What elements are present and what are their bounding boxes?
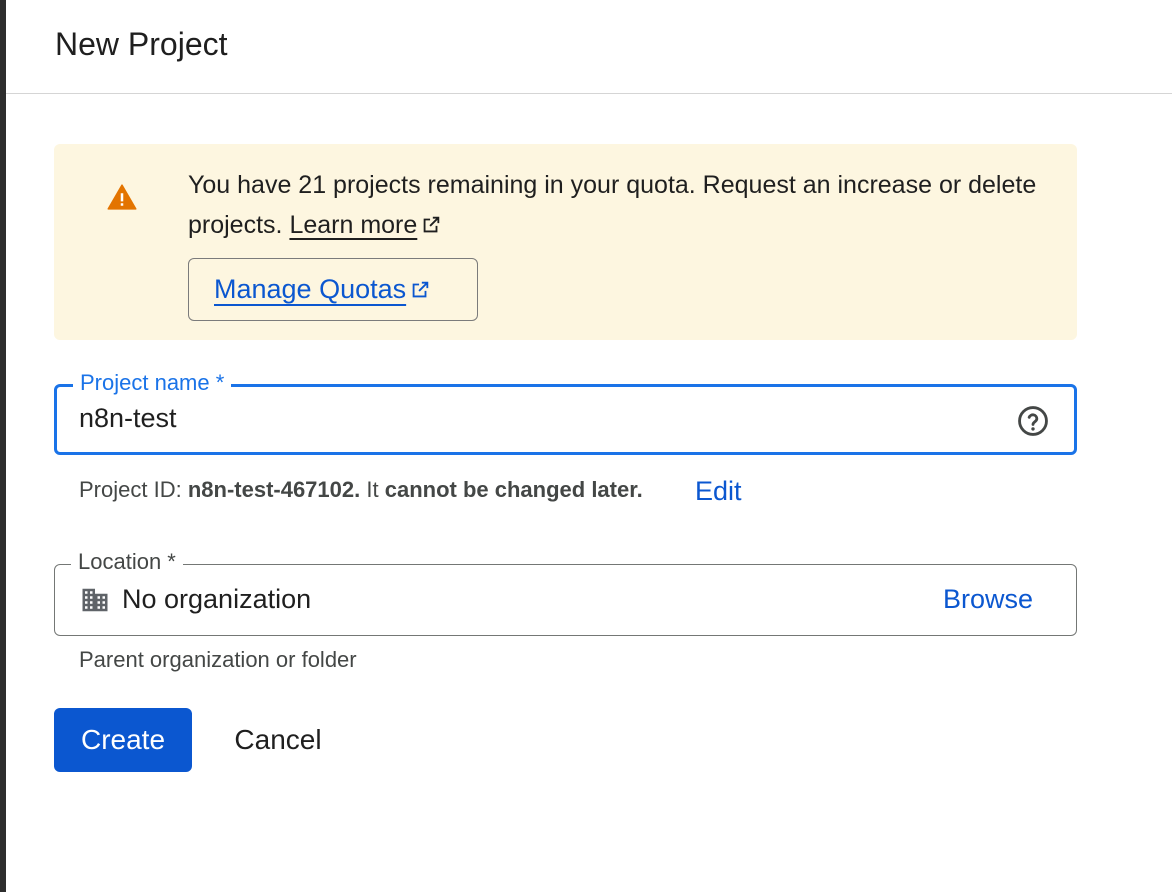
- quota-message: You have 21 projects remaining in your q…: [188, 165, 1048, 245]
- window-edge: [0, 0, 6, 892]
- manage-quotas-button[interactable]: Manage Quotas: [188, 258, 478, 321]
- location-label: Location *: [71, 550, 183, 574]
- location-field[interactable]: Location * No organization Browse: [54, 550, 1077, 636]
- warning-icon: [107, 184, 137, 210]
- building-icon: [82, 588, 108, 612]
- project-name-label: Project name *: [73, 371, 232, 395]
- project-id-prefix: Project ID:: [79, 477, 182, 502]
- project-id-suffix: cannot be changed later.: [384, 477, 643, 502]
- help-circle-icon[interactable]: [1016, 404, 1050, 438]
- project-name-field[interactable]: Project name *: [54, 371, 1077, 455]
- quota-warning-banner: You have 21 projects remaining in your q…: [54, 144, 1077, 340]
- project-id-line: Project ID: n8n-test-467102. It cannot b…: [79, 477, 643, 503]
- page-title: New Project: [55, 26, 228, 62]
- browse-button[interactable]: Browse: [943, 584, 1033, 615]
- learn-more-label: Learn more: [289, 211, 418, 239]
- create-button[interactable]: Create: [54, 708, 192, 772]
- manage-quotas-label: Manage Quotas: [214, 274, 407, 304]
- project-name-input[interactable]: [79, 403, 979, 434]
- external-link-icon: [412, 281, 429, 297]
- project-id-value: n8n-test-467102.: [187, 477, 361, 502]
- learn-more-link[interactable]: Learn more: [289, 211, 442, 239]
- location-hint: Parent organization or folder: [79, 647, 357, 672]
- dialog-header: New Project: [6, 0, 1172, 94]
- cancel-button[interactable]: Cancel: [212, 708, 344, 772]
- project-id-middle: It: [366, 477, 379, 502]
- external-link-icon: [423, 216, 440, 233]
- edit-project-id-button[interactable]: Edit: [695, 476, 742, 507]
- location-value: No organization: [122, 584, 312, 614]
